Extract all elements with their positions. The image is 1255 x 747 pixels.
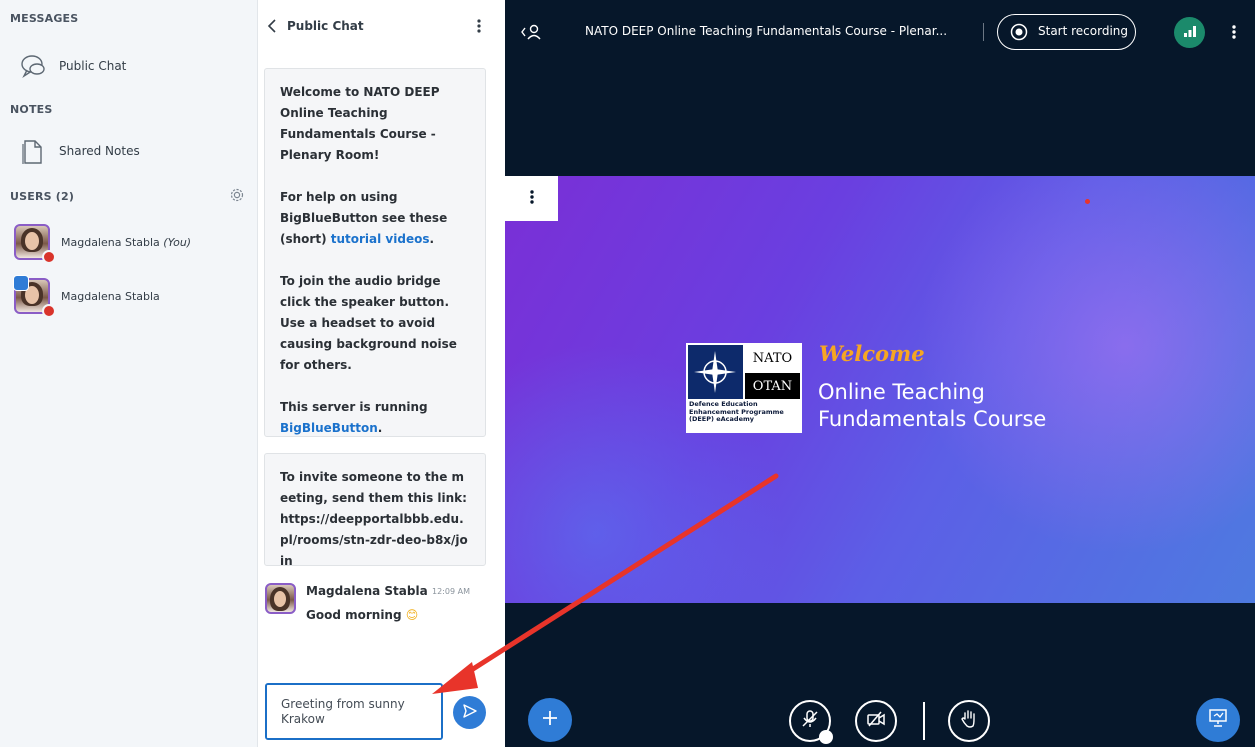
message-author: Magdalena Stabla [306,584,428,598]
tutorial-videos-link[interactable]: tutorial videos [331,232,430,246]
logo-nato-text: NATO [745,345,800,371]
mic-muted-badge-icon [42,250,56,264]
slide-options-button[interactable] [505,176,558,221]
plus-icon [541,709,559,731]
back-chevron-icon[interactable] [267,18,277,38]
mute-button[interactable] [789,700,833,744]
title-divider [983,23,984,41]
public-chat-item[interactable]: Public Chat [10,48,250,84]
invite-message: To invite someone to the meeting, send t… [264,453,486,568]
messages-section-title: MESSAGES [10,12,79,25]
chat-message: Magdalena Stabla 12:09 AM Good morning 😊 [265,582,495,634]
chat-bubble-icon [20,54,46,82]
shared-notes-icon [22,137,44,169]
more-vertical-icon[interactable] [476,18,482,38]
you-tag: (You) [163,235,192,249]
user-name: Magdalena Stabla (You) [61,236,191,249]
user-item-self[interactable]: Magdalena Stabla (You) [14,222,250,264]
shared-notes-item[interactable]: Shared Notes [10,133,250,169]
user-list-icon[interactable] [520,23,544,45]
server-punct: . [377,421,383,435]
main-presentation-area: NATO DEEP Online Teaching Fundamentals C… [505,0,1255,747]
top-navbar: NATO DEEP Online Teaching Fundamentals C… [505,0,1255,63]
audio-help-line: To join the audio bridge click the speak… [280,274,457,372]
gear-icon[interactable] [229,187,245,207]
start-recording-button[interactable]: Start recording [997,14,1136,50]
smile-emoji-icon: 😊 [405,608,419,622]
public-chat-label: Public Chat [59,59,127,73]
camera-button[interactable] [855,700,897,742]
presenter-badge-icon [13,275,29,291]
help-punct: . [429,232,435,246]
user-item[interactable]: Magdalena Stabla [13,275,250,318]
more-options-icon[interactable] [1231,24,1237,44]
meeting-title: NATO DEEP Online Teaching Fundamentals C… [585,24,948,38]
message-text: Good morning 😊 [306,608,418,622]
camera-off-icon [866,711,886,731]
welcome-line: Welcome to NATO DEEP Online Teaching Fun… [280,85,440,162]
user-list-sidebar: MESSAGES Public Chat NOTES Shared Notes … [0,0,258,747]
mic-muted-badge-icon [42,304,56,318]
actions-button[interactable] [528,698,572,742]
help-line: For help on using BigBlueButton see thes… [280,187,470,250]
presentation-slide: NATO OTAN Defence Education Enhancement … [505,176,1255,603]
send-button[interactable] [453,696,486,729]
nato-emblem-icon [688,345,743,399]
chat-panel: Public Chat Welcome to NATO DEEP Online … [258,0,505,747]
invite-text: To invite someone to the meeting, send t… [280,470,468,568]
shared-notes-label: Shared Notes [59,144,140,158]
send-icon [462,703,478,723]
more-vertical-icon [529,189,535,209]
slide-glow [915,176,1255,556]
user-name-text: Magdalena Stabla [61,235,160,249]
logo-caption: Defence Education Enhancement Programme … [689,400,784,423]
slide-line2: Fundamentals Course [818,407,1047,431]
chat-title[interactable]: Public Chat [287,19,364,33]
chat-message-input[interactable] [265,683,443,740]
message-time: 12:09 AM [432,587,470,596]
connection-status-icon [1183,23,1197,42]
record-label: Start recording [1038,24,1129,38]
bigbluebutton-link[interactable]: BigBlueButton [280,421,378,435]
message-body: Good morning [306,608,402,622]
laser-pointer-dot [1085,199,1090,204]
mic-muted-icon [801,709,819,733]
connection-status-button[interactable] [1174,17,1205,48]
logo-otan-text: OTAN [745,373,800,399]
welcome-message: Welcome to NATO DEEP Online Teaching Fun… [264,68,486,437]
action-divider [923,702,925,740]
server-text: This server is running [280,400,428,414]
raise-hand-icon [960,709,978,733]
audio-options-icon[interactable] [819,730,833,744]
slide-welcome: Welcome [819,341,925,366]
server-line: This server is running BigBlueButton. [280,397,470,439]
nato-deep-logo: NATO OTAN Defence Education Enhancement … [686,343,802,433]
record-icon [1010,23,1028,45]
presentation-toggle-button[interactable] [1196,698,1240,742]
avatar [265,583,296,614]
presentation-icon [1208,708,1228,732]
user-name: Magdalena Stabla [61,289,160,303]
notes-section-title: NOTES [10,103,53,116]
users-section-title: USERS (2) [10,190,75,203]
raise-hand-button[interactable] [948,700,990,742]
slide-line1: Online Teaching [818,380,985,404]
